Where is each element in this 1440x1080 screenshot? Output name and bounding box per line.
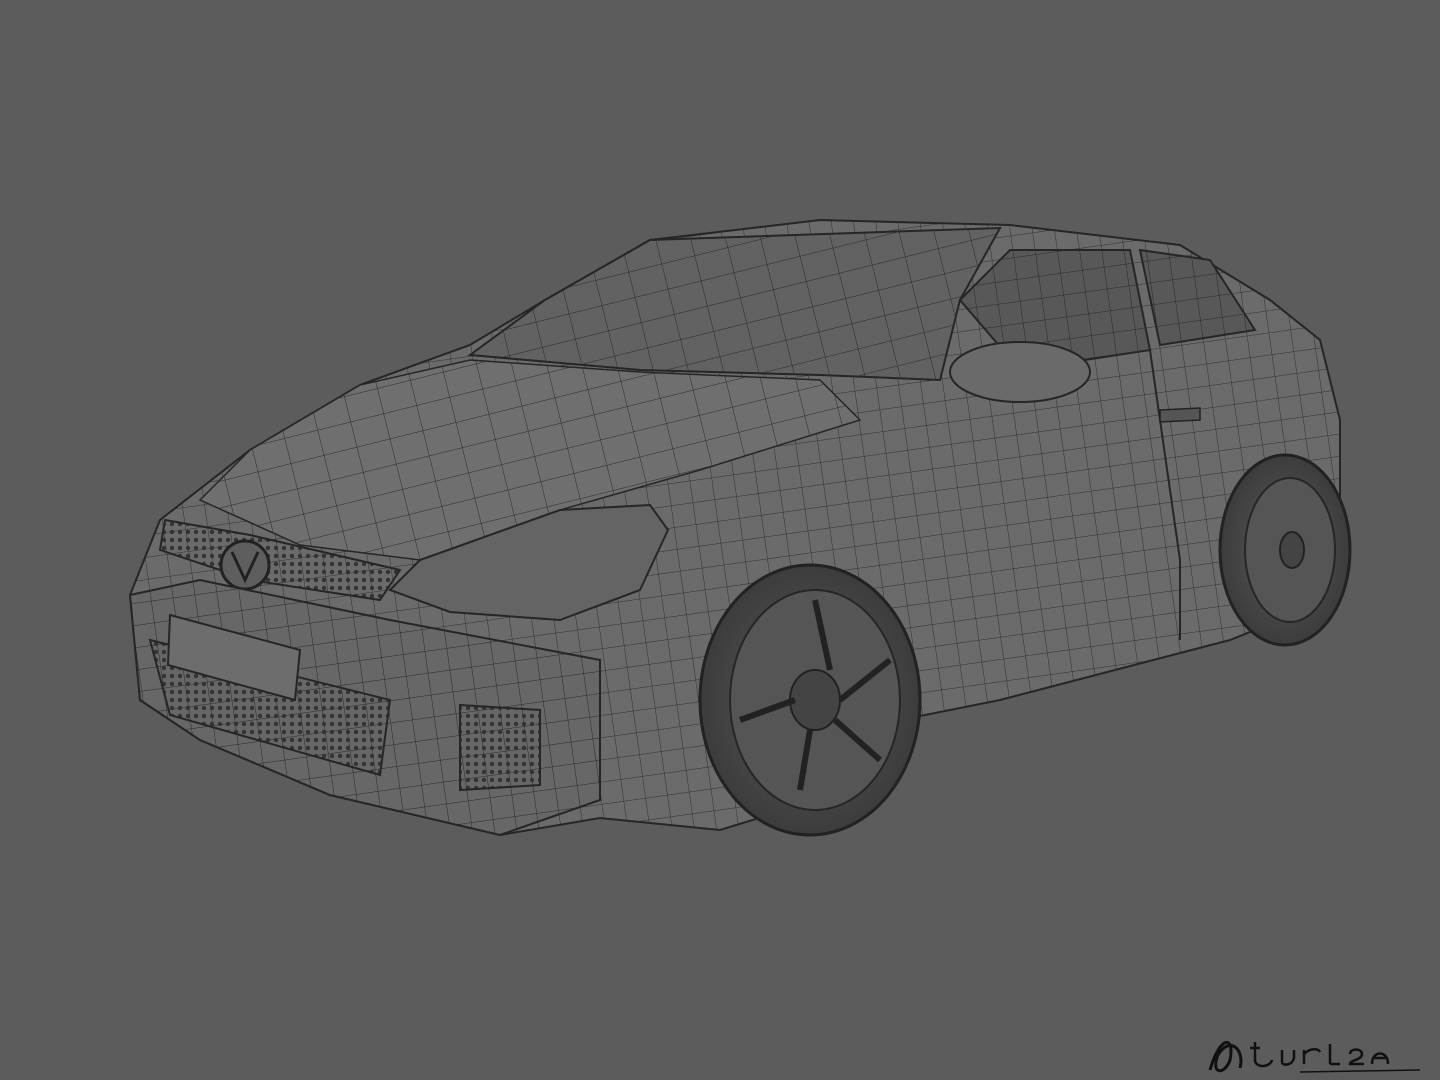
front-wheel [698,563,922,837]
door-handle [1159,407,1201,423]
windshield [467,226,1002,382]
side-mirror [949,341,1091,403]
fog-light-grille [459,703,541,792]
car-wireframe-model [128,218,1352,837]
render-viewport [0,0,1440,1080]
rear-wheel [1218,453,1352,647]
artist-signature [1208,1040,1421,1073]
